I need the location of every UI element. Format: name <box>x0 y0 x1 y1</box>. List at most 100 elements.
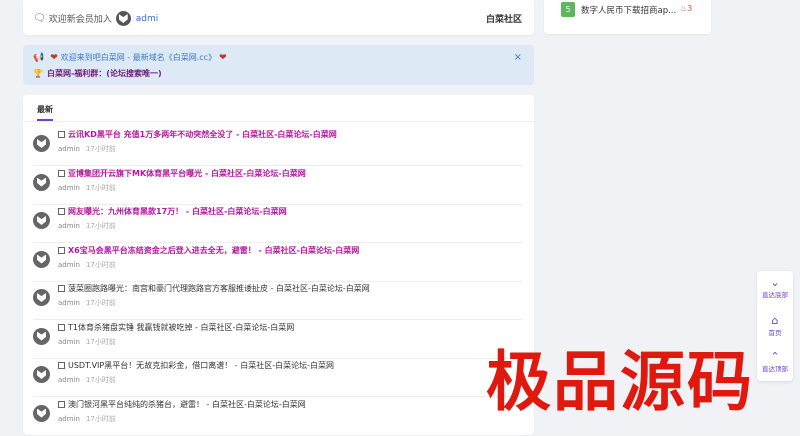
post-author[interactable]: admin <box>58 415 80 423</box>
post-author[interactable]: admin <box>58 299 80 307</box>
notice-text-1[interactable]: 欢迎来到吧白菜网 - 最新域名《白菜网.cc》 <box>61 52 216 63</box>
notice-banner: 📢 ❤ 欢迎来到吧白菜网 - 最新域名《白菜网.cc》 ❤ 🏆 白菜网-福利群：… <box>23 45 534 85</box>
new-member-avatar[interactable] <box>115 11 131 26</box>
post-title: X6宝马会黑平台冻结资金之后登入进去全无，避雷！ - 白菜社区-白菜论坛-白菜网 <box>68 245 360 255</box>
scroll-bottom-button[interactable]: ⌄ 直达底部 <box>757 276 793 300</box>
hot-count-value: 3 <box>687 4 693 13</box>
post-row[interactable]: 网友曝光：九州体育黑款17万！ - 白菜社区-白菜论坛-白菜网 admin 17小时… <box>33 205 523 243</box>
author-avatar[interactable] <box>33 289 50 306</box>
checkbox-icon <box>58 169 65 177</box>
post-time: 17小时前 <box>85 337 116 346</box>
post-title-link[interactable]: 澳门银河黑平台纯纯的杀猪台，避雷！ - 白菜社区-白菜论坛-白菜网 <box>58 399 306 410</box>
home-button[interactable]: ⌂ 首页 <box>757 314 793 338</box>
post-author[interactable]: admin <box>58 145 80 153</box>
trophy-icon: 🏆 <box>33 69 43 78</box>
site-name: 白菜社区 <box>485 15 522 25</box>
hot-count: ♨3 <box>680 4 692 13</box>
comment-icon: 🗨 <box>33 13 46 24</box>
watermark-logo: 极品源码 <box>486 345 755 420</box>
post-meta: admin 17小时前 <box>58 183 116 193</box>
author-avatar[interactable] <box>33 404 50 422</box>
megaphone-icon: 📢 <box>33 52 45 63</box>
rank-badge: 5 <box>561 2 575 17</box>
checkbox-icon <box>58 362 65 369</box>
post-title-link[interactable]: X6宝马会黑平台冻结资金之后登入进去全无，避雷！ - 白菜社区-白菜论坛-白菜网 <box>58 245 359 256</box>
post-time: 17小时前 <box>85 260 116 269</box>
post-time: 17小时前 <box>85 222 116 230</box>
checkbox-icon <box>58 208 65 215</box>
post-row[interactable]: USDT.VIP黑平台！无故克扣彩金，借口离谱！ - 白菜社区-白菜论坛-白菜网… <box>33 359 523 397</box>
author-avatar[interactable] <box>33 250 50 268</box>
notice-text-2[interactable]: 白菜网-福利群：(论坛搜索唯一) <box>47 68 162 79</box>
tab-latest[interactable]: 最新 <box>37 104 53 115</box>
author-avatar[interactable] <box>33 327 50 345</box>
post-author[interactable]: admin <box>58 338 80 346</box>
home-icon: ⌂ <box>771 314 779 327</box>
post-row[interactable]: 亚博集团开云旗下MK体育黑平台曝光 - 白菜社区-白菜论坛-白菜网 admin 17… <box>33 167 523 205</box>
post-title: 菠菜圈跑路曝光：南宫和豪门代理跑路官方客服推诿扯皮 - 白菜社区-白菜论坛-白菜… <box>68 284 370 293</box>
tab-bar: 最新 <box>23 95 534 122</box>
notice-line-2: 🏆 白菜网-福利群：(论坛搜索唯一) <box>33 68 162 79</box>
post-row[interactable]: X6宝马会黑平台冻结资金之后登入进去全无，避雷！ - 白菜社区-白菜论坛-白菜网… <box>33 244 523 282</box>
post-time: 17小时前 <box>85 145 116 153</box>
post-meta: admin 17小时前 <box>58 260 116 270</box>
post-title-link[interactable]: USDT.VIP黑平台！无故克扣彩金，借口离谱！ - 白菜社区-白菜论坛-白菜网 <box>58 360 334 371</box>
scroll-bottom-label: 直达底部 <box>762 291 788 299</box>
post-author[interactable]: admin <box>58 184 80 192</box>
post-time: 17小时前 <box>85 376 116 384</box>
post-row[interactable]: 云讯KD黑平台 充值1万多两年不动突然全没了 - 白菜社区-白菜论坛-白菜网 ad… <box>33 128 523 166</box>
post-title: T1体育杀猪盘实锤 我赢钱就被吃掉 - 白菜社区-白菜论坛-白菜网 <box>68 322 295 332</box>
post-time: 17小时前 <box>85 183 116 192</box>
post-row[interactable]: 澳门银河黑平台纯纯的杀猪台，避雷！ - 白菜社区-白菜论坛-白菜网 admin 17… <box>33 398 523 436</box>
home-label: 首页 <box>768 329 782 337</box>
heart-icon: ❤ <box>50 52 58 63</box>
post-title: USDT.VIP黑平台！无故克扣彩金，借口离谱！ - 白菜社区-白菜论坛-白菜网 <box>68 361 334 370</box>
checkbox-icon <box>58 246 65 254</box>
post-title-link[interactable]: 菠菜圈跑路曝光：南宫和豪门代理跑路官方客服推诿扯皮 - 白菜社区-白菜论坛-白菜… <box>58 283 370 294</box>
checkbox-icon <box>58 400 65 408</box>
post-title-link[interactable]: 云讯KD黑平台 充值1万多两年不动突然全没了 - 白菜社区-白菜论坛-白菜网 <box>58 129 337 140</box>
new-member-link[interactable]: admi <box>136 14 159 24</box>
post-title: 网友曝光：九州体育黑款17万！ - 白菜社区-白菜论坛-白菜网 <box>68 207 287 216</box>
post-author[interactable]: admin <box>58 261 80 269</box>
author-avatar[interactable] <box>33 212 50 229</box>
author-avatar[interactable] <box>33 173 50 191</box>
post-title: 亚博集团开云旗下MK体育黑平台曝光 - 白菜社区-白菜论坛-白菜网 <box>68 168 306 178</box>
welcome-bar: 🗨 欢迎新会员加入 admi 白菜社区 <box>23 0 534 35</box>
latest-posts-panel: 最新 云讯KD黑平台 充值1万多两年不动突然全没了 - 白菜社区-白菜论坛-白菜… <box>23 95 534 436</box>
checkbox-icon <box>58 323 65 331</box>
welcome-prefix: 欢迎新会员加入 <box>48 15 112 25</box>
close-icon[interactable]: × <box>514 52 522 63</box>
hot-list-card: 5 数字人民币下载招商ap... ♨3 <box>544 0 711 34</box>
post-author[interactable]: admin <box>58 222 80 230</box>
scroll-top-button[interactable]: ⌃ 直达顶部 <box>757 350 793 374</box>
post-row[interactable]: T1体育杀猪盘实锤 我赢钱就被吃掉 - 白菜社区-白菜论坛-白菜网 admin 17… <box>33 321 523 359</box>
post-author[interactable]: admin <box>58 376 80 384</box>
checkbox-icon <box>58 285 65 292</box>
scroll-top-label: 直达顶部 <box>762 365 788 373</box>
post-title-link[interactable]: T1体育杀猪盘实锤 我赢钱就被吃掉 - 白菜社区-白菜论坛-白菜网 <box>58 322 294 333</box>
notice-line-1: 📢 ❤ 欢迎来到吧白菜网 - 最新域名《白菜网.cc》 ❤ <box>33 52 230 63</box>
post-title: 澳门银河黑平台纯纯的杀猪台，避雷！ - 白菜社区-白菜论坛-白菜网 <box>68 399 306 409</box>
post-time: 17小时前 <box>85 414 116 423</box>
checkbox-icon <box>58 131 65 138</box>
chevron-down-icon: ⌄ <box>770 276 780 289</box>
post-meta: admin 17小时前 <box>58 337 116 347</box>
floating-nav: ⌄ 直达底部 ⌂ 首页 ⌃ 直达顶部 <box>757 271 793 381</box>
chevron-up-icon: ⌃ <box>770 350 780 363</box>
author-avatar[interactable] <box>33 135 50 152</box>
active-tab-indicator <box>37 119 53 121</box>
post-meta: admin 17小时前 <box>58 414 116 424</box>
welcome-row: 🗨 欢迎新会员加入 admi <box>33 11 158 26</box>
post-title: 云讯KD黑平台 充值1万多两年不动突然全没了 - 白菜社区-白菜论坛-白菜网 <box>68 130 337 139</box>
post-time: 17小时前 <box>85 299 116 307</box>
post-row[interactable]: 菠菜圈跑路曝光：南宫和豪门代理跑路官方客服推诿扯皮 - 白菜社区-白菜论坛-白菜… <box>33 282 523 320</box>
post-meta: admin 17小时前 <box>58 298 116 308</box>
post-title-link[interactable]: 网友曝光：九州体育黑款17万！ - 白菜社区-白菜论坛-白菜网 <box>58 206 287 217</box>
author-avatar[interactable] <box>33 366 50 383</box>
heart-icon: ❤ <box>219 52 227 63</box>
post-meta: admin 17小时前 <box>58 144 116 154</box>
post-meta: admin 17小时前 <box>58 221 116 231</box>
post-title-link[interactable]: 亚博集团开云旗下MK体育黑平台曝光 - 白菜社区-白菜论坛-白菜网 <box>58 168 306 179</box>
post-meta: admin 17小时前 <box>58 375 116 385</box>
